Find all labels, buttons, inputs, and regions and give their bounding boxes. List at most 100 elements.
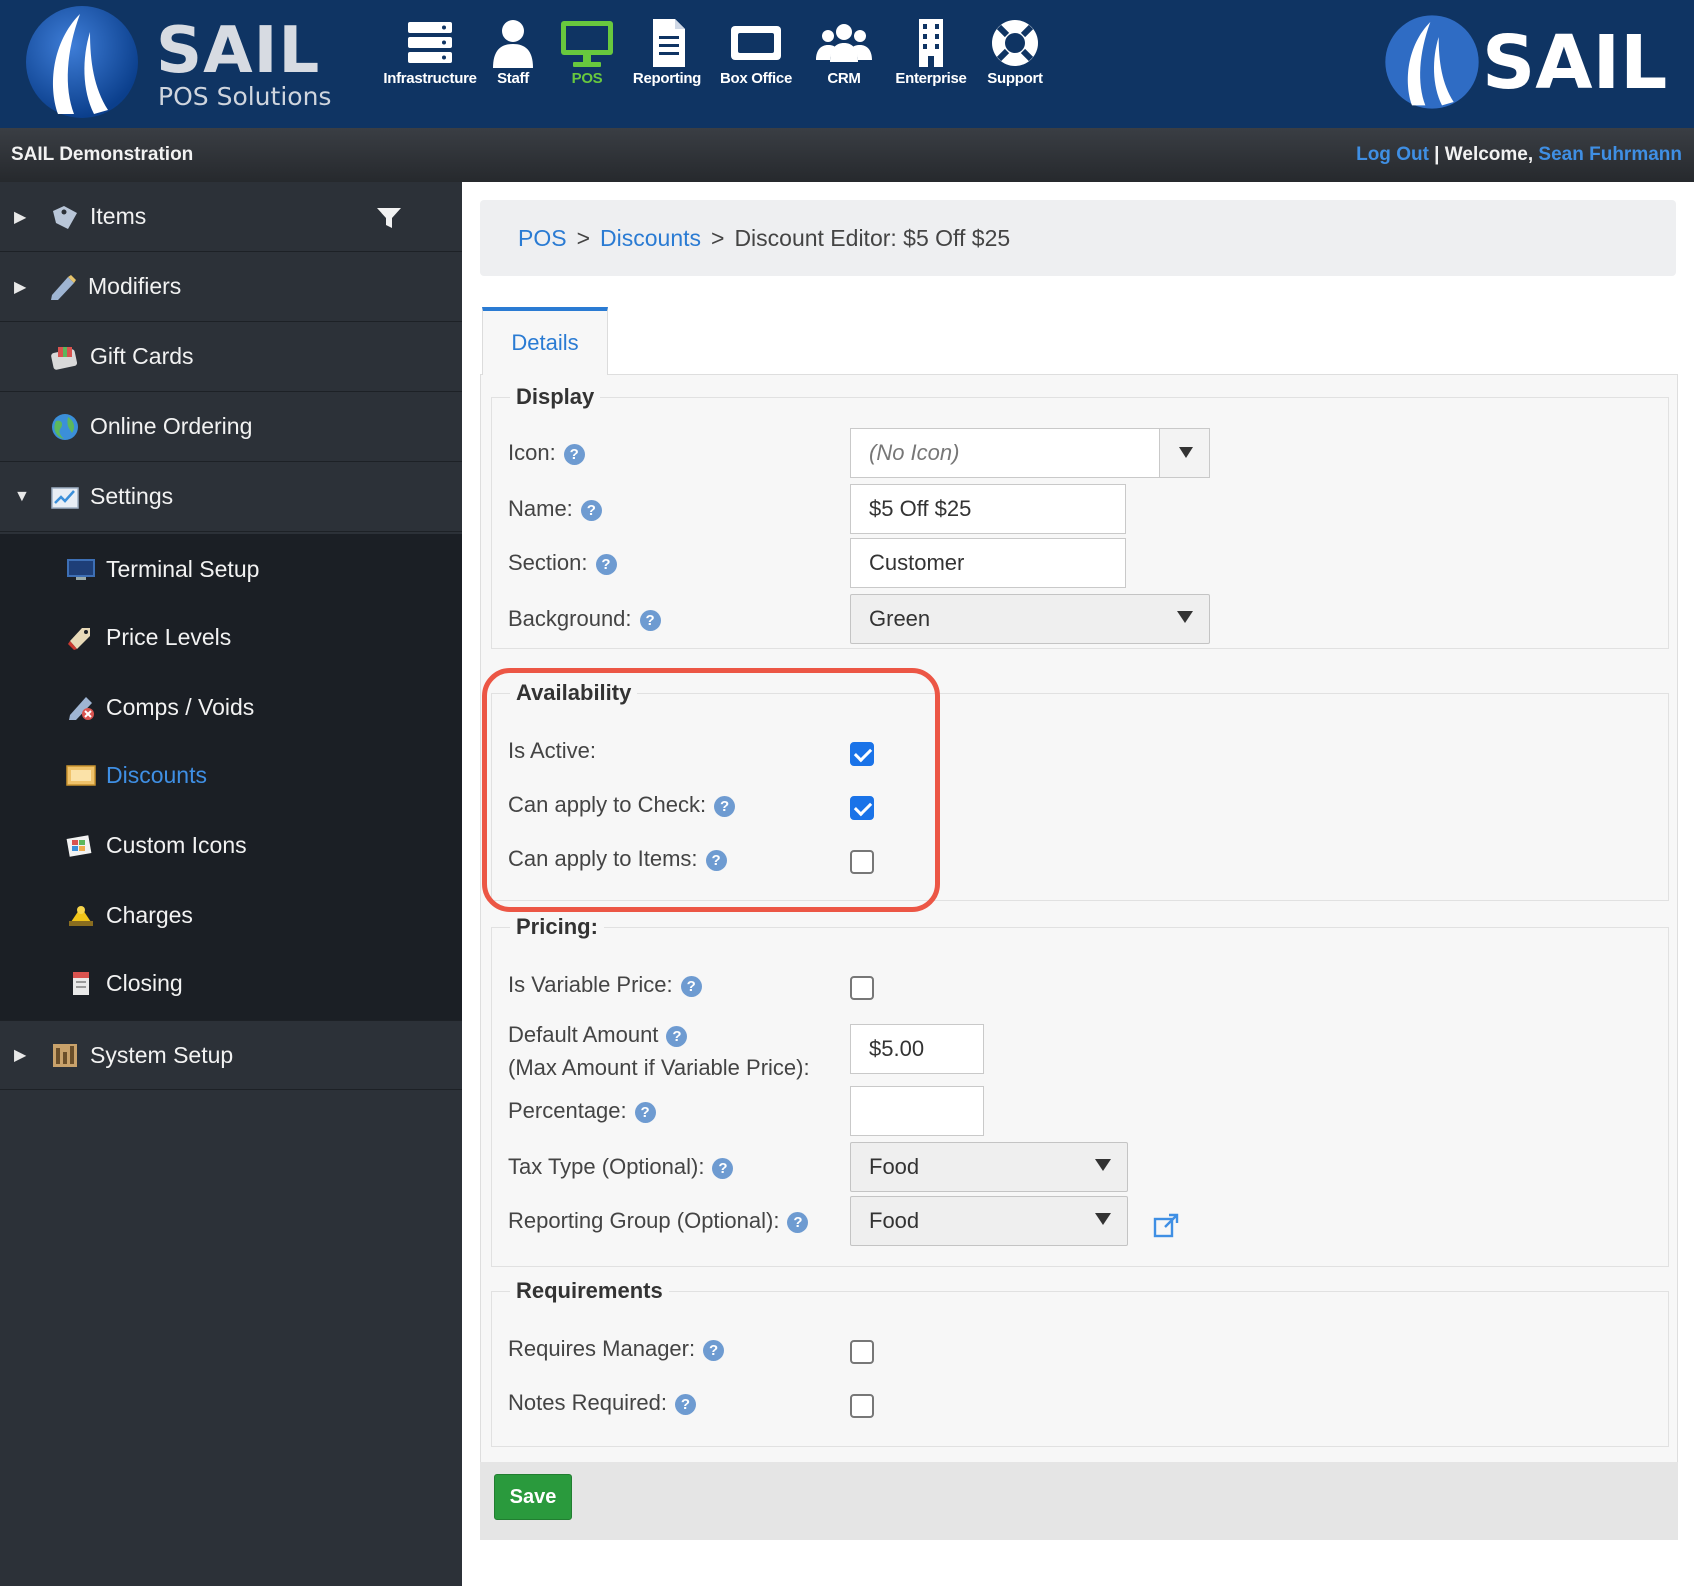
brand-name-right: SAIL	[1482, 20, 1668, 106]
sidebar-item-custom-icons[interactable]: Custom Icons	[0, 810, 462, 880]
sidebar-item-charges[interactable]: Charges	[0, 880, 462, 950]
user-name-link[interactable]: Sean Fuhrmann	[1538, 144, 1682, 165]
help-icon[interactable]: ?	[714, 796, 736, 817]
notes-required-checkbox[interactable]	[850, 1394, 874, 1418]
sidebar-item-gift-cards[interactable]: Gift Cards	[0, 322, 462, 392]
icon-dropdown-button[interactable]	[1159, 429, 1209, 477]
user-info: Log Out | Welcome, Sean Fuhrmann	[1356, 144, 1682, 166]
apply-items-checkbox[interactable]	[850, 850, 874, 874]
external-link-icon[interactable]	[1152, 1212, 1180, 1240]
tax-type-select[interactable]: Food	[850, 1142, 1128, 1192]
building-icon	[919, 19, 943, 67]
nav-infrastructure[interactable]: Infrastructure	[383, 16, 477, 96]
help-icon[interactable]: ?	[703, 1340, 725, 1361]
display-section: Display Icon:? (No Icon) Name:? $5 Off $…	[491, 384, 1670, 649]
pencil-tag-icon	[51, 274, 76, 300]
nav-support[interactable]: Support	[976, 16, 1054, 96]
help-icon[interactable]: ?	[666, 1026, 688, 1047]
user-info-separator: |	[1428, 144, 1445, 165]
percentage-label: Percentage:	[508, 1098, 627, 1123]
help-icon[interactable]: ?	[674, 1394, 696, 1415]
chevron-down-icon	[1177, 611, 1193, 623]
settings-chart-icon	[51, 486, 79, 509]
background-select[interactable]: Green	[850, 594, 1210, 644]
sail-logo[interactable]: SAIL POS Solutions	[22, 2, 342, 124]
help-icon[interactable]: ?	[787, 1212, 809, 1233]
expand-arrow-icon: ▶	[14, 278, 27, 296]
document-icon	[653, 19, 685, 67]
expand-arrow-icon: ▶	[14, 1047, 27, 1064]
icon-row: Icon:? (No Icon)	[492, 428, 1670, 480]
brand-subtitle: POS Solutions	[158, 82, 332, 111]
logout-link[interactable]: Log Out	[1356, 144, 1429, 165]
save-button[interactable]: Save	[494, 1474, 572, 1520]
sidebar-item-system-setup[interactable]: ▶ System Setup	[0, 1020, 462, 1090]
requires-manager-checkbox[interactable]	[850, 1340, 874, 1364]
nav-box-office[interactable]: Box Office	[710, 16, 802, 96]
filter-icon[interactable]	[376, 206, 402, 230]
sidebar-item-closing[interactable]: Closing	[0, 948, 462, 1018]
percentage-input[interactable]	[850, 1086, 984, 1136]
sail-globe-logo-icon	[26, 6, 138, 118]
closing-icon	[73, 972, 89, 995]
price-tag-icon	[68, 628, 90, 650]
sail-globe-logo-icon	[1385, 15, 1479, 109]
nav-reporting[interactable]: Reporting	[624, 16, 710, 96]
reporting-group-row: Reporting Group (Optional):? Food	[492, 1196, 1670, 1248]
sidebar-item-comps-voids[interactable]: Comps / Voids	[0, 672, 462, 742]
variable-price-row: Is Variable Price:?	[492, 968, 1670, 1008]
nav-crm[interactable]: CRM	[802, 16, 886, 96]
sidebar-item-items[interactable]: ▶ Items	[0, 182, 462, 252]
name-input[interactable]: $5 Off $25	[850, 484, 1126, 534]
top-navigation: Infrastructure Staff POS Reporting Box O…	[383, 16, 1054, 96]
is-active-label: Is Active:	[508, 738, 597, 763]
sail-logo-right: SAIL	[1382, 8, 1682, 120]
background-row: Background:? Green	[492, 594, 1670, 646]
help-icon[interactable]: ?	[563, 444, 585, 465]
system-setup-icon	[53, 1044, 77, 1067]
details-panel: Display Icon:? (No Icon) Name:? $5 Off $…	[480, 374, 1678, 1524]
help-icon[interactable]: ?	[680, 976, 702, 997]
help-icon[interactable]: ?	[639, 610, 661, 631]
sidebar-item-terminal-setup[interactable]: Terminal Setup	[0, 534, 462, 604]
apply-items-label: Can apply to Items:	[508, 846, 698, 871]
sidebar-item-online-ordering[interactable]: Online Ordering	[0, 392, 462, 462]
reporting-group-select[interactable]: Food	[850, 1196, 1128, 1246]
variable-price-checkbox[interactable]	[850, 976, 874, 1000]
nav-staff[interactable]: Staff	[476, 16, 550, 96]
sidebar-item-price-levels[interactable]: Price Levels	[0, 602, 462, 672]
is-active-row: Is Active:	[492, 734, 1670, 774]
tax-type-row: Tax Type (Optional):? Food	[492, 1142, 1670, 1194]
reporting-group-label: Reporting Group (Optional):	[508, 1208, 780, 1233]
top-header: SAIL POS Solutions Infrastructure Staff	[0, 0, 1694, 128]
sidebar-item-modifiers[interactable]: ▶ Modifiers	[0, 252, 462, 322]
breadcrumb-pos-link[interactable]: POS	[518, 225, 567, 252]
expand-arrow-icon: ▶	[14, 208, 27, 226]
help-icon[interactable]: ?	[634, 1102, 656, 1123]
server-icon	[408, 22, 452, 63]
nav-enterprise[interactable]: Enterprise	[886, 16, 976, 96]
organization-name: SAIL Demonstration	[11, 144, 194, 165]
help-icon[interactable]: ?	[712, 1158, 734, 1179]
settings-submenu: Terminal Setup Price Levels Comps / Void…	[0, 534, 462, 1020]
background-label: Background:	[508, 606, 632, 631]
default-amount-input[interactable]: $5.00	[850, 1024, 984, 1074]
sidebar-item-discounts[interactable]: Discounts	[0, 740, 462, 810]
sidebar-item-settings[interactable]: ▼ Settings	[0, 462, 462, 532]
help-icon[interactable]: ?	[595, 554, 617, 575]
help-icon[interactable]: ?	[580, 500, 602, 521]
tab-details[interactable]: Details	[482, 307, 608, 375]
nav-pos[interactable]: POS	[550, 16, 624, 96]
chevron-down-icon	[1095, 1159, 1111, 1171]
availability-section: Availability Is Active: Can apply to Che…	[491, 680, 1670, 901]
apply-check-checkbox[interactable]	[850, 796, 874, 820]
display-legend: Display	[510, 384, 601, 410]
help-icon[interactable]: ?	[705, 850, 727, 871]
section-input[interactable]: Customer	[850, 538, 1126, 588]
icon-select[interactable]: (No Icon)	[850, 428, 1210, 478]
icon-label: Icon:	[508, 440, 556, 465]
breadcrumb-discounts-link[interactable]: Discounts	[600, 225, 701, 252]
name-label: Name:	[508, 496, 573, 521]
is-active-checkbox[interactable]	[850, 742, 874, 766]
chevron-down-icon	[1095, 1213, 1111, 1225]
